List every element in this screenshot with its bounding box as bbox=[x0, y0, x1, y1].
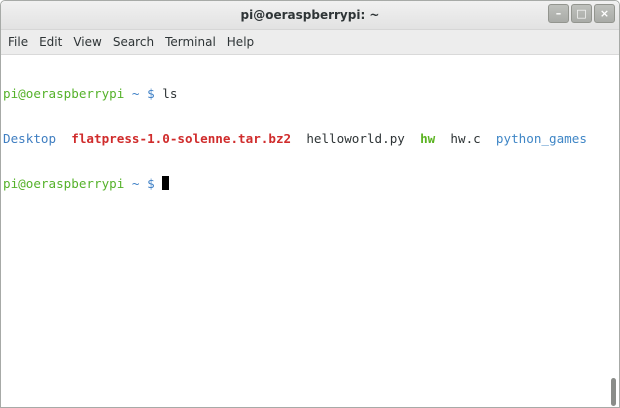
maximize-icon: □ bbox=[576, 7, 587, 20]
listing-entry-flatpress: flatpress-1.0-solenne.tar.bz2 bbox=[71, 131, 292, 146]
close-button[interactable]: × bbox=[594, 4, 615, 23]
menu-bar: File Edit View Search Terminal Help bbox=[1, 30, 619, 55]
text-cursor bbox=[162, 176, 170, 190]
window-title: pi@oeraspberrypi: ~ bbox=[240, 8, 380, 22]
menu-edit[interactable]: Edit bbox=[34, 35, 67, 49]
prompt-user-current: pi@oeraspberrypi bbox=[3, 176, 125, 191]
scrollbar-thumb[interactable] bbox=[611, 378, 616, 406]
listing-entry-hw: hw bbox=[420, 131, 436, 146]
command-text: ls bbox=[162, 86, 178, 101]
listing-entry-hw-c: hw.c bbox=[450, 131, 481, 146]
prompt-user: pi@oeraspberrypi bbox=[3, 86, 125, 101]
maximize-button[interactable]: □ bbox=[571, 4, 592, 23]
menu-view[interactable]: View bbox=[68, 35, 106, 49]
vertical-scrollbar[interactable] bbox=[607, 55, 619, 407]
close-icon: × bbox=[599, 7, 610, 20]
command-line: pi@oeraspberrypi ~ $ ls bbox=[3, 86, 619, 101]
prompt-path: ~ $ bbox=[124, 86, 155, 101]
minimize-button[interactable]: – bbox=[548, 4, 569, 23]
menu-search[interactable]: Search bbox=[108, 35, 159, 49]
terminal-area[interactable]: pi@oeraspberrypi ~ $ ls Desktop flatpres… bbox=[1, 55, 619, 407]
window-controls: – □ × bbox=[548, 4, 615, 23]
minimize-icon: – bbox=[555, 7, 562, 20]
menu-terminal[interactable]: Terminal bbox=[160, 35, 221, 49]
title-bar[interactable]: pi@oeraspberrypi: ~ – □ × bbox=[1, 1, 619, 30]
terminal-window: pi@oeraspberrypi: ~ – □ × File Edit View… bbox=[0, 0, 620, 408]
menu-help[interactable]: Help bbox=[222, 35, 259, 49]
current-prompt-line: pi@oeraspberrypi ~ $ bbox=[3, 176, 619, 191]
menu-file[interactable]: File bbox=[3, 35, 33, 49]
listing-line: Desktop flatpress-1.0-solenne.tar.bz2 he… bbox=[3, 131, 619, 146]
listing-entry-desktop: Desktop bbox=[3, 131, 57, 146]
listing-entry-helloworld: helloworld.py bbox=[306, 131, 405, 146]
prompt-path-current: ~ $ bbox=[124, 176, 155, 191]
listing-entry-python-games: python_games bbox=[495, 131, 587, 146]
